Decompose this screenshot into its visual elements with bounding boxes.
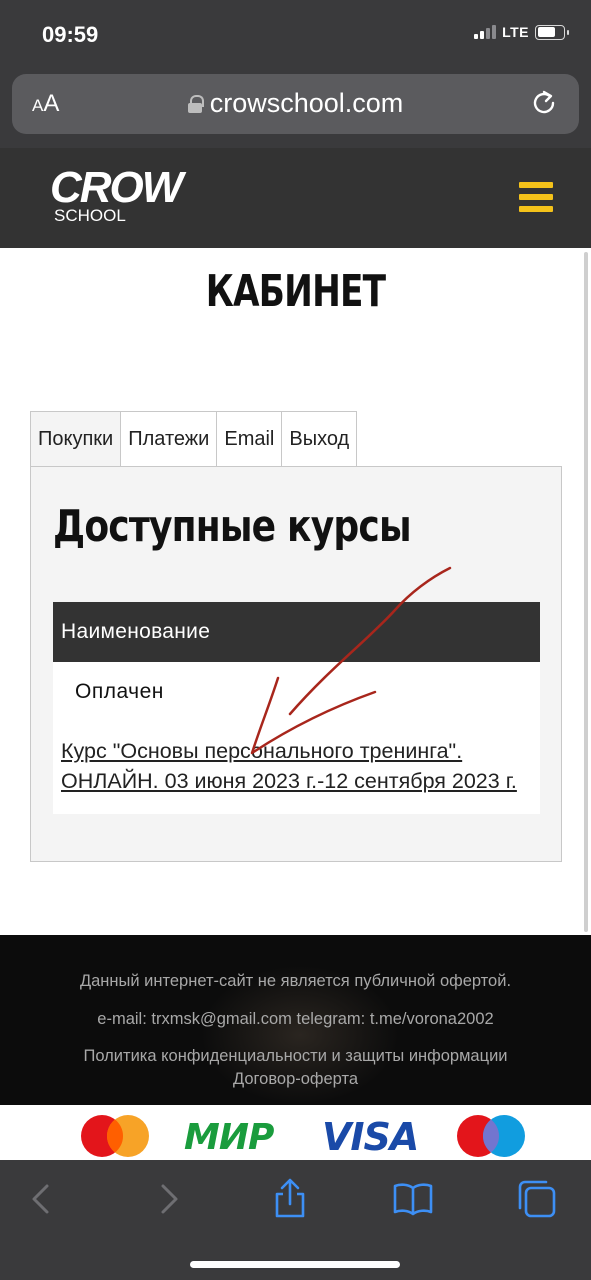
mastercard-icon — [81, 1115, 149, 1157]
page-title: КАБИНЕТ — [205, 266, 386, 317]
tabs-icon[interactable] — [516, 1178, 558, 1220]
course-link[interactable]: Курс "Основы персонального тренинга". ОН… — [61, 736, 532, 796]
signal-icon — [474, 25, 497, 39]
forward-icon[interactable] — [148, 1178, 190, 1220]
lock-icon — [187, 94, 204, 113]
status-bar: 09:59 LTE — [0, 0, 591, 70]
scrollbar[interactable] — [584, 252, 588, 932]
footer-contacts: e-mail: trxmsk@gmail.com telegram: t.me/… — [97, 1010, 494, 1028]
site-header: CROW SCHOOL — [0, 148, 591, 248]
back-icon[interactable] — [20, 1178, 62, 1220]
payment-status: Оплачен — [75, 680, 164, 703]
status-indicators: LTE — [474, 24, 569, 40]
home-indicator — [190, 1261, 400, 1268]
address-bar[interactable]: AA crowschool.com — [12, 74, 579, 134]
table-header-name: Наименование — [53, 602, 540, 662]
menu-icon[interactable] — [519, 182, 553, 212]
tab-logout[interactable]: Выход — [282, 411, 358, 467]
share-icon[interactable] — [269, 1178, 311, 1220]
reload-icon[interactable] — [529, 88, 559, 118]
mir-logo: МИР — [184, 1117, 274, 1158]
account-tabs: Покупки Платежи Email Выход — [30, 411, 358, 467]
crow-school-logo[interactable]: CROW SCHOOL — [50, 166, 183, 230]
url-text[interactable]: crowschool.com — [210, 88, 404, 119]
network-label: LTE — [502, 24, 529, 40]
tab-email[interactable]: Email — [217, 411, 283, 467]
purchases-panel: Доступные курсы Наименование Оплачен Кур… — [30, 466, 562, 862]
maestro-icon — [457, 1115, 525, 1157]
tab-payments[interactable]: Платежи — [121, 411, 218, 467]
table-row: Оплачен Курс "Основы персонального трени… — [53, 662, 540, 814]
browser-toolbar — [0, 1160, 591, 1280]
account-page: КАБИНЕТ Покупки Платежи Email Выход Дост… — [0, 248, 591, 935]
visa-logo: VISA — [322, 1115, 419, 1159]
bookmarks-icon[interactable] — [392, 1178, 434, 1220]
payment-logos: МИР VISA — [0, 1105, 591, 1165]
section-title: Доступные курсы — [53, 501, 412, 552]
battery-icon — [535, 24, 569, 40]
footer-disclaimer: Данный интернет-сайт не является публичн… — [79, 972, 512, 990]
tab-purchases[interactable]: Покупки — [30, 411, 122, 467]
courses-table: Наименование Оплачен Курс "Основы персон… — [53, 602, 540, 814]
site-footer: Данный интернет-сайт не является публичн… — [0, 935, 591, 1105]
privacy-policy-link[interactable]: Политика конфиденциальности и защиты инф… — [0, 1047, 591, 1066]
status-time: 09:59 — [42, 22, 99, 47]
offer-agreement-link[interactable]: Договор-оферта — [0, 1070, 591, 1089]
